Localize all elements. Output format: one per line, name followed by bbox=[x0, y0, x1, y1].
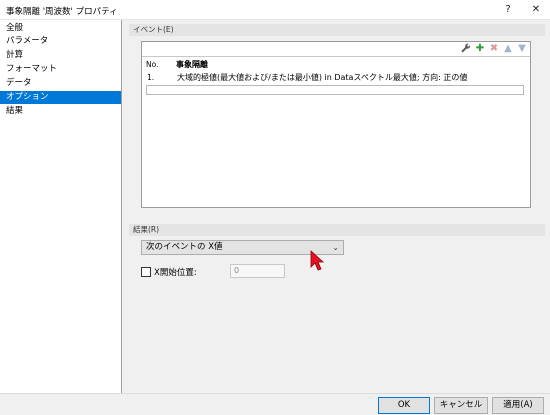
wrench-icon[interactable] bbox=[460, 43, 472, 55]
x-start-input[interactable]: 0 bbox=[230, 264, 285, 278]
help-button[interactable]: ? bbox=[494, 0, 522, 20]
delete-icon[interactable]: ✖ bbox=[488, 43, 500, 55]
apply-button[interactable]: 適用(A) bbox=[492, 397, 544, 414]
window-title: 事象隔離 '周波数' プロパティ bbox=[6, 7, 118, 17]
event-row-number[interactable]: 1. bbox=[147, 73, 154, 82]
header-divider bbox=[142, 56, 530, 57]
sidebar-item-format[interactable]: フォーマット bbox=[0, 63, 121, 76]
events-section-header: イベント(E) bbox=[129, 24, 545, 36]
move-down-icon[interactable]: ▼ bbox=[516, 43, 528, 55]
chevron-down-icon: ⌄ bbox=[332, 243, 339, 252]
x-start-label[interactable]: X開始位置: bbox=[154, 266, 197, 278]
sidebar-item-general[interactable]: 全般 bbox=[0, 22, 121, 35]
title-bar: 事象隔離 '周波数' プロパティ ? ✕ bbox=[0, 0, 550, 20]
ok-button[interactable]: OK bbox=[378, 397, 430, 414]
close-button[interactable]: ✕ bbox=[522, 0, 550, 20]
dialog-footer: OK キャンセル 適用(A) bbox=[0, 393, 550, 415]
sidebar-item-calculation[interactable]: 計算 bbox=[0, 49, 121, 62]
main-panel: イベント(E) ✚ ✖ ▲ ▼ No. 事象隔離 1. 大域的極値(最大値および… bbox=[123, 20, 550, 393]
category-sidebar: 全般 パラメータ 計算 フォーマット データ オプション 結果 bbox=[0, 20, 122, 393]
sidebar-item-data[interactable]: データ bbox=[0, 77, 121, 90]
events-list[interactable]: ✚ ✖ ▲ ▼ No. 事象隔離 1. 大域的極値(最大値および/または最小値)… bbox=[141, 41, 531, 208]
column-header-no: No. bbox=[146, 60, 159, 69]
sidebar-item-parameters[interactable]: パラメータ bbox=[0, 35, 121, 48]
column-header-event: 事象隔離 bbox=[176, 60, 208, 69]
new-event-input-row[interactable] bbox=[146, 85, 524, 95]
results-section-header: 結果(R) bbox=[129, 224, 545, 236]
dropdown-value: 次のイベントの X値 bbox=[146, 242, 223, 252]
sidebar-item-options[interactable]: オプション bbox=[0, 91, 121, 104]
cancel-button[interactable]: キャンセル bbox=[434, 397, 488, 414]
x-start-checkbox[interactable] bbox=[141, 267, 151, 277]
add-icon[interactable]: ✚ bbox=[474, 43, 486, 55]
sidebar-item-results[interactable]: 結果 bbox=[0, 105, 121, 118]
mouse-cursor-icon bbox=[310, 250, 324, 271]
event-row-description[interactable]: 大域的極値(最大値および/または最小値) in Dataスペクトル最大値; 方向… bbox=[177, 72, 467, 83]
move-up-icon[interactable]: ▲ bbox=[502, 43, 514, 55]
